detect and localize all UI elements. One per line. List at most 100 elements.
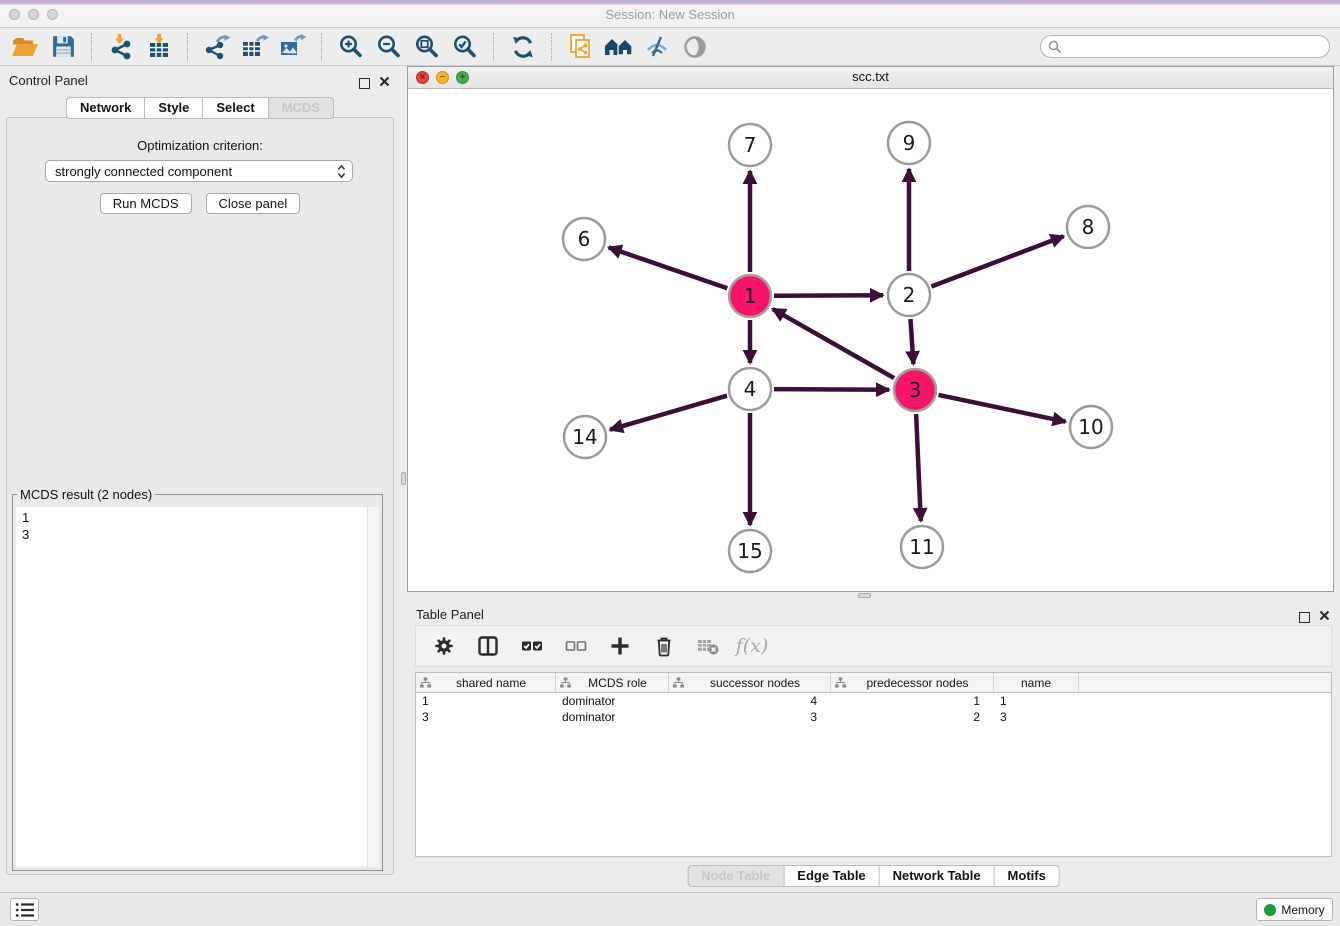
cell-successor-nodes: 4 <box>669 694 831 708</box>
cell-name: 3 <box>994 710 1079 724</box>
import-network-icon[interactable] <box>102 30 140 64</box>
unselect-all-columns-icon[interactable] <box>564 634 588 658</box>
node-8[interactable]: 8 <box>1067 206 1109 248</box>
float-panel-icon[interactable] <box>359 78 370 89</box>
close-panel-icon[interactable] <box>379 74 390 92</box>
network-graph[interactable]: 7 9 6 8 1 2 4 3 14 10 15 11 <box>408 88 1333 591</box>
node-7[interactable]: 7 <box>729 124 771 166</box>
save-session-icon[interactable] <box>44 30 82 64</box>
network-minimize-button[interactable]: − <box>436 71 449 84</box>
column-header-predecessor-nodes[interactable]: predecessor nodes <box>831 673 994 692</box>
network-overview-icon[interactable] <box>600 30 638 64</box>
network-close-button[interactable]: × <box>416 71 429 84</box>
mcds-result-group: MCDS result (2 nodes) 1 3 <box>12 487 383 871</box>
table-row[interactable]: 3dominator323 <box>416 709 1331 725</box>
export-network-icon[interactable] <box>198 30 236 64</box>
import-table-icon[interactable] <box>140 30 178 64</box>
float-panel-icon[interactable] <box>1299 612 1310 623</box>
horizontal-splitter[interactable] <box>407 592 1340 600</box>
svg-text:10: 10 <box>1078 415 1103 439</box>
tab-edge-table[interactable]: Edge Table <box>784 865 879 887</box>
node-2[interactable]: 2 <box>888 274 930 316</box>
search-field[interactable] <box>1040 35 1330 58</box>
task-history-button[interactable] <box>10 898 39 921</box>
tab-select[interactable]: Select <box>203 97 268 119</box>
tab-node-table[interactable]: Node Table <box>687 865 784 887</box>
search-input[interactable] <box>1067 38 1329 55</box>
splitter-grip[interactable] <box>858 593 871 598</box>
node-1[interactable]: 1 <box>729 275 771 317</box>
table-panel: Table Panel <box>407 600 1340 892</box>
toolbar-separator <box>493 33 495 61</box>
delete-columns-icon[interactable] <box>652 634 676 658</box>
edge-2-3[interactable] <box>911 319 914 364</box>
list-icon <box>15 902 35 918</box>
node-14[interactable]: 14 <box>564 416 606 458</box>
zoom-fit-icon[interactable] <box>408 30 446 64</box>
node-11[interactable]: 11 <box>901 526 943 568</box>
splitter-grip[interactable] <box>401 472 406 485</box>
close-panel-button[interactable]: Close panel <box>206 193 301 214</box>
tab-style[interactable]: Style <box>145 97 203 119</box>
table-row[interactable]: 1dominator411 <box>416 693 1331 709</box>
node-4[interactable]: 4 <box>729 368 771 410</box>
export-image-icon[interactable] <box>274 30 312 64</box>
mcds-result-title: MCDS result (2 nodes) <box>17 487 155 502</box>
tab-network-table[interactable]: Network Table <box>880 865 995 887</box>
edge-3-11[interactable] <box>916 414 921 521</box>
svg-text:1: 1 <box>744 284 757 308</box>
tab-motifs[interactable]: Motifs <box>995 865 1060 887</box>
svg-text:6: 6 <box>578 227 591 251</box>
add-column-icon[interactable] <box>608 634 632 658</box>
column-header-shared-name[interactable]: shared name <box>416 673 556 692</box>
open-session-icon[interactable] <box>6 30 44 64</box>
column-header-mcds-role[interactable]: MCDS role <box>556 673 669 692</box>
delete-table-icon[interactable] <box>696 634 720 658</box>
run-mcds-button[interactable]: Run MCDS <box>100 193 192 214</box>
network-view-window: × − + scc.txt 7968124314101511 <box>407 66 1334 592</box>
column-header-name[interactable]: name <box>994 673 1079 692</box>
memory-button[interactable]: Memory <box>1256 898 1333 921</box>
hide-details-icon[interactable] <box>638 30 676 64</box>
node-9[interactable]: 9 <box>888 122 930 164</box>
network-canvas[interactable]: 7 9 6 8 1 2 4 3 14 10 15 11 <box>408 88 1333 591</box>
export-table-icon[interactable] <box>236 30 274 64</box>
edge-1-2[interactable] <box>774 295 883 296</box>
memory-status-icon <box>1264 904 1276 916</box>
node-6[interactable]: 6 <box>563 218 605 260</box>
criterion-select[interactable]: strongly connected component <box>45 160 353 182</box>
zoom-in-icon[interactable] <box>332 30 370 64</box>
tab-mcds[interactable]: MCDS <box>269 97 334 119</box>
criterion-selected-value: strongly connected component <box>55 164 232 179</box>
edge-2-8[interactable] <box>931 236 1063 286</box>
birds-eye-view-icon[interactable] <box>676 30 714 64</box>
optimization-criterion-label: Optimization criterion: <box>7 138 393 153</box>
edge-4-3[interactable] <box>774 389 889 390</box>
cell-name: 1 <box>994 694 1079 708</box>
function-builder-icon[interactable]: f(x) <box>740 634 764 658</box>
node-10[interactable]: 10 <box>1070 406 1112 448</box>
show-column-icon[interactable] <box>476 634 500 658</box>
node-15[interactable]: 15 <box>729 530 771 572</box>
zoom-selected-icon[interactable] <box>446 30 484 64</box>
select-all-columns-icon[interactable] <box>520 634 544 658</box>
refresh-view-icon[interactable] <box>504 30 542 64</box>
table-options-icon[interactable] <box>432 634 456 658</box>
edge-3-1[interactable] <box>773 309 895 378</box>
vertical-splitter[interactable] <box>400 66 407 592</box>
table-panel-title: Table Panel <box>416 607 484 622</box>
column-header-successor-nodes[interactable]: successor nodes <box>669 673 831 692</box>
tab-network[interactable]: Network <box>66 97 145 119</box>
result-scrollbar[interactable] <box>367 507 379 867</box>
clone-network-icon[interactable] <box>562 30 600 64</box>
toolbar-separator <box>321 33 323 61</box>
zoom-out-icon[interactable] <box>370 30 408 64</box>
close-panel-icon[interactable] <box>1319 608 1330 626</box>
edge-3-10[interactable] <box>939 395 1066 422</box>
edge-4-14[interactable] <box>610 396 727 430</box>
edge-1-6[interactable] <box>609 247 728 288</box>
node-3[interactable]: 3 <box>894 369 936 411</box>
network-maximize-button[interactable]: + <box>456 71 469 84</box>
main-toolbar <box>0 28 1340 66</box>
cell-mcds-role: dominator <box>556 710 669 724</box>
